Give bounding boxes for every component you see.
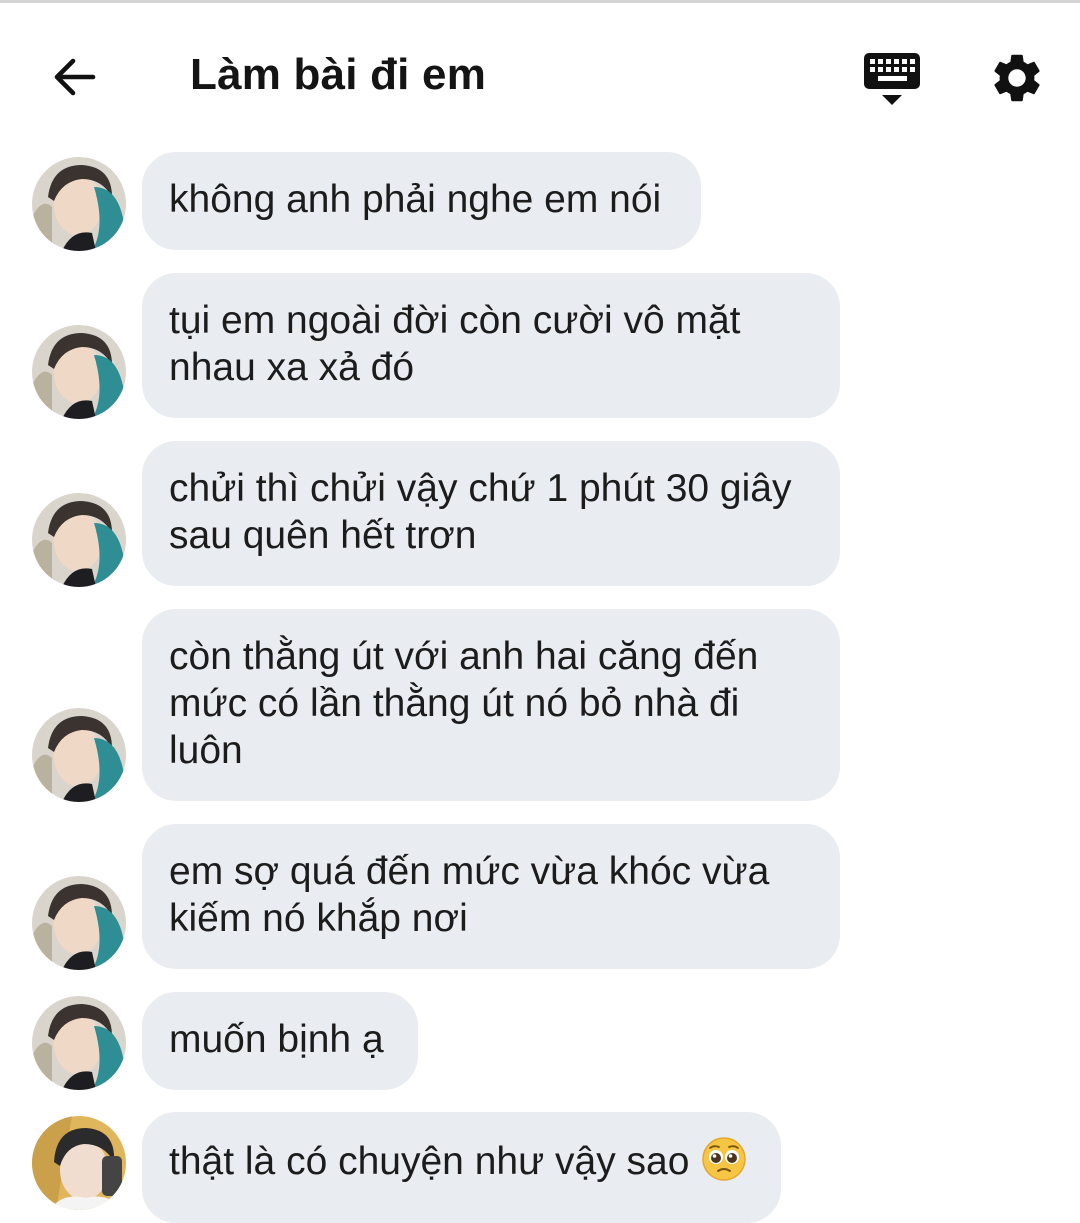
avatar-image (32, 876, 126, 970)
message-text: tụi em ngoài đời còn cười vô mặt nhau xa… (169, 299, 741, 389)
avatar-image (32, 157, 126, 251)
message-bubble[interactable]: muốn bịnh ạ (142, 992, 418, 1090)
message-bubble[interactable]: em sợ quá đến mức vừa khóc vừa kiếm nó k… (142, 824, 840, 969)
message-text: thật là có chuyện như vậy sao (169, 1140, 690, 1183)
message-text: còn thằng út với anh hai căng đến mức có… (169, 635, 759, 772)
avatar[interactable] (32, 157, 126, 251)
avatar-image (32, 493, 126, 587)
message-text: không anh phải nghe em nói (169, 178, 662, 221)
avatar-image (32, 996, 126, 1090)
avatar[interactable] (32, 493, 126, 587)
avatar-image (32, 1116, 126, 1210)
message-text: muốn bịnh ạ (169, 1018, 384, 1061)
message-bubble[interactable]: không anh phải nghe em nói (142, 152, 701, 250)
message-text: em sợ quá đến mức vừa khóc vừa kiếm nó k… (169, 850, 770, 940)
message-bubble[interactable]: còn thằng út với anh hai căng đến mức có… (142, 609, 840, 801)
avatar-image (32, 325, 126, 419)
message-bubble[interactable]: tụi em ngoài đời còn cười vô mặt nhau xa… (142, 273, 840, 418)
avatar[interactable] (32, 708, 126, 802)
message-thread: không anh phải nghe em nói tụi em ngoài … (0, 0, 1080, 1223)
message-bubble[interactable]: thật là có chuyện như vậy sao (142, 1112, 781, 1223)
pleading-face-emoji (701, 1136, 747, 1182)
avatar[interactable] (32, 876, 126, 970)
message-text: chửi thì chửi vậy chứ 1 phút 30 giây sau… (169, 467, 792, 557)
message-bubble[interactable]: chửi thì chửi vậy chứ 1 phút 30 giây sau… (142, 441, 840, 586)
avatar[interactable] (32, 996, 126, 1090)
avatar[interactable] (32, 1116, 126, 1210)
avatar[interactable] (32, 325, 126, 419)
avatar-image (32, 708, 126, 802)
